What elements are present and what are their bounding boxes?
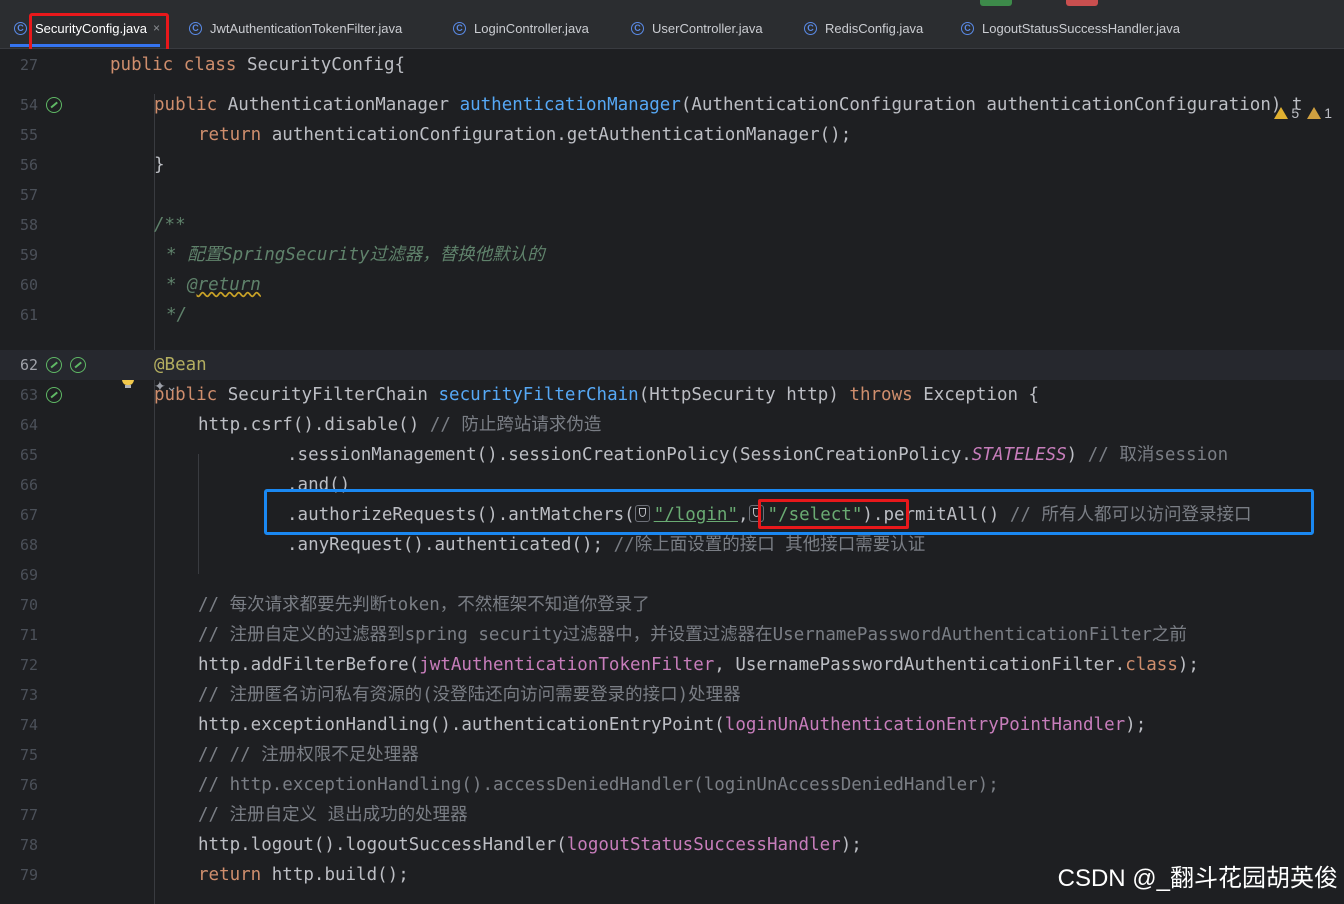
line-number: 72: [20, 656, 39, 674]
line-number: 78: [20, 836, 39, 854]
java-class-icon: C: [804, 21, 817, 35]
code-line-56: 56 }: [0, 150, 1344, 180]
code-line-69: 69: [0, 560, 1344, 590]
java-class-icon: C: [453, 21, 466, 35]
bean-gutter-icon[interactable]: [46, 387, 62, 403]
bean-navigate-icon[interactable]: [70, 357, 86, 373]
code-line-72: 72 http.addFilterBefore(jwtAuthenticatio…: [0, 650, 1344, 680]
line-number: 67: [20, 506, 39, 524]
tab-label: LoginController.java: [474, 20, 589, 36]
line-number: 66: [20, 476, 39, 494]
code-line-59: 59 * 配置SpringSecurity过滤器，替换他默认的: [0, 240, 1344, 270]
bean-gutter-icon[interactable]: [46, 357, 62, 373]
line-number: 71: [20, 626, 39, 644]
code-line-73: 73 // 注册匿名访问私有资源的(没登陆还向访问需要登录的接口)处理器: [0, 680, 1344, 710]
tab-label: LogoutStatusSuccessHandler.java: [982, 20, 1181, 36]
code-editor[interactable]: 27 public class SecurityConfig{ 5 1 54 p…: [0, 49, 1344, 904]
code-line-70: 70 // 每次请求都要先判断token，不然框架不知道你登录了: [0, 590, 1344, 620]
code-line-61: 61 */: [0, 300, 1344, 330]
line-number: 76: [20, 776, 39, 794]
stop-indicator: [1066, 0, 1098, 6]
line-number: 58: [20, 216, 39, 234]
java-class-icon: C: [14, 21, 27, 35]
line-number: 65: [20, 446, 39, 464]
code-line-74: 74 http.exceptionHandling().authenticati…: [0, 710, 1344, 740]
code-line-60: 60 * @return: [0, 270, 1344, 300]
tab-label: UserController.java: [652, 20, 763, 36]
line-number: 70: [20, 596, 39, 614]
code-line-63: 63 public SecurityFilterChain securityFi…: [0, 380, 1344, 410]
tab-label: RedisConfig.java: [825, 20, 924, 36]
line-number: 75: [20, 746, 39, 764]
line-number: 63: [20, 386, 39, 404]
code-line-62: 62 @Bean: [0, 350, 1344, 380]
code-line-58: 58 /**: [0, 210, 1344, 240]
code-line-75: 75 // // 注册权限不足处理器: [0, 740, 1344, 770]
line-number: 61: [20, 306, 39, 324]
line-number: 69: [20, 566, 39, 584]
line-number: 27: [20, 56, 39, 74]
java-class-icon: C: [961, 21, 974, 35]
line-number: 62: [20, 356, 39, 374]
tab-redisconfig[interactable]: C RedisConfig.java: [804, 14, 923, 42]
line-number: 77: [20, 806, 39, 824]
code-line-65: 65 .sessionManagement().sessionCreationP…: [0, 440, 1344, 470]
code-line-78: 78 http.logout().logoutSuccessHandler(lo…: [0, 830, 1344, 860]
code-line-55: 55 return authenticationConfiguration.ge…: [0, 120, 1344, 150]
code-line-77: 77 // 注册自定义 退出成功的处理器: [0, 800, 1344, 830]
code-line-57: 57: [0, 180, 1344, 210]
line-number: 73: [20, 686, 39, 704]
tab-jwtauthenticationtokenfilter[interactable]: C JwtAuthenticationTokenFilter.java: [189, 14, 402, 42]
tab-label: JwtAuthenticationTokenFilter.java: [210, 20, 403, 36]
line-number: 60: [20, 276, 39, 294]
tab-logoutstatussuccesshandler[interactable]: C LogoutStatusSuccessHandler.java: [961, 14, 1180, 42]
line-number: 56: [20, 156, 39, 174]
run-indicator: [980, 0, 1012, 6]
bean-gutter-icon[interactable]: [46, 97, 62, 113]
sticky-code: public class SecurityConfig{: [110, 55, 406, 75]
line-number: 54: [20, 96, 39, 114]
code-line-71: 71 // 注册自定义的过滤器到spring security过滤器中，并设置过…: [0, 620, 1344, 650]
code-line-64: 64 http.csrf().disable() // 防止跨站请求伪造: [0, 410, 1344, 440]
tab-highlight-box: [29, 13, 169, 54]
code-line-76: 76 // http.exceptionHandling().accessDen…: [0, 770, 1344, 800]
java-class-icon: C: [189, 21, 202, 35]
line-number: 55: [20, 126, 39, 144]
line-number: 79: [20, 866, 39, 884]
editor-tab-bar: C SecurityConfig.java × C JwtAuthenticat…: [0, 0, 1344, 54]
java-class-icon: C: [631, 21, 644, 35]
line-number: 64: [20, 416, 39, 434]
code-line-54: 54 public AuthenticationManager authenti…: [0, 90, 1344, 120]
highlight-box-red: [758, 499, 909, 529]
line-number: 59: [20, 246, 39, 264]
line-number: 57: [20, 186, 39, 204]
watermark: CSDN @_翻斗花园胡英俊: [1057, 865, 1338, 892]
tab-usercontroller[interactable]: C UserController.java: [631, 14, 763, 42]
line-number: 74: [20, 716, 39, 734]
line-number: 68: [20, 536, 39, 554]
tab-logincontroller[interactable]: C LoginController.java: [453, 14, 589, 42]
sticky-line: 27 public class SecurityConfig{: [0, 50, 1344, 80]
